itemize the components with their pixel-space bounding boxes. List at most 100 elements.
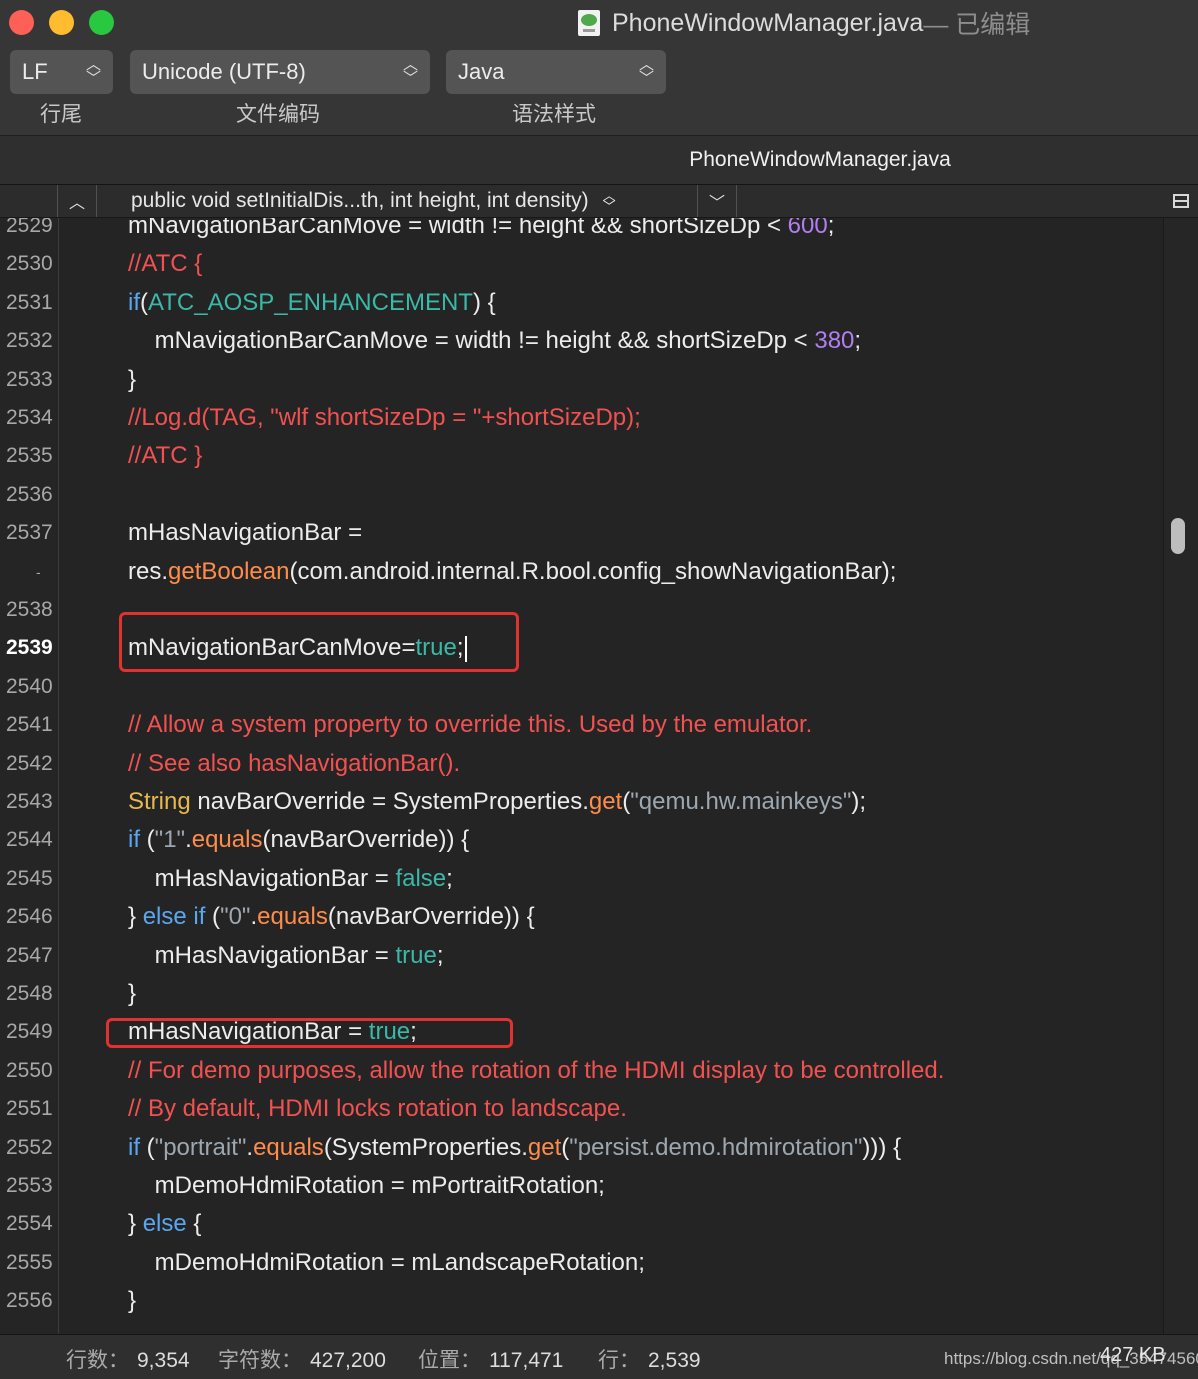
code-line[interactable]: 2532 mNavigationBarCanMove = width != he… [0,322,1162,360]
line-number: 2547 [6,943,53,967]
code-line[interactable]: 2529 mNavigationBarCanMove = width != hei… [0,218,1162,245]
code-token: //ATC { [128,250,203,278]
code-line[interactable]: 2546} else if ("0".equals(navBarOverride… [0,898,1162,936]
minimize-window-button[interactable] [49,10,74,35]
line-number: 2549 [6,1020,53,1044]
code-token: else if [142,903,206,931]
line-number: 2542 [6,751,53,775]
code-token: ; [446,864,453,892]
code-line[interactable]: - res.getBoolean(com.android.internal.R.b… [0,553,1162,591]
code-token: //Log.d(TAG, "wlf shortSizeDp = "+shortS… [128,404,641,431]
code-line[interactable]: 2555 mDemoHdmiRotation = mLandscapeRotat… [0,1244,1162,1282]
syntax-value: Java [458,59,505,84]
line-ending-value: LF [22,59,48,84]
code-token: if [128,288,140,316]
code-token: } [128,1287,137,1315]
line-number: 2553 [6,1174,53,1197]
code-line[interactable]: 2536 [0,476,1162,514]
code-line[interactable]: 2547 mHasNavigationBar = true; [0,937,1162,975]
code-line[interactable]: 2551 // By default, HDMI locks rotation t… [0,1090,1162,1128]
code-token: ))) { [862,1133,902,1161]
code-line[interactable]: 2542 // See also hasNavigationBar(). [0,745,1162,783]
code-token: (navBarOverride)) { [327,903,535,931]
line-number: - [36,563,41,580]
current-row: 行： 2,539 [598,1344,701,1374]
code-line[interactable]: 2541 // Allow a system property to overri… [0,706,1162,744]
code-line[interactable]: 2552 if ("portrait".equals(SystemProperti… [0,1129,1162,1167]
code-line[interactable]: 2553 mDemoHdmiRotation = mPortraitRotati… [0,1167,1162,1205]
code-token: . [185,826,192,854]
code-token: equals [191,826,263,854]
chevron-up-icon: ︿ [68,195,85,212]
code-line[interactable]: 2548} [0,975,1162,1013]
line-number: 2543 [6,790,53,813]
code-line[interactable]: 2545 mHasNavigationBar = false; [0,860,1162,898]
code-line[interactable]: 2530 //ATC { [0,245,1162,283]
code-text: // By default, HDMI locks rotation to la… [128,1090,627,1128]
code-token: } [128,365,137,393]
code-token: // By default, HDMI locks rotation to la… [128,1095,627,1123]
code-token: getBoolean [168,557,290,585]
code-line[interactable]: 2533} [0,361,1162,399]
next-item-button[interactable]: ﹀ [697,185,737,217]
tab-phonewindowmanager[interactable]: PhoneWindowManager.java [640,136,1000,184]
char-count-label: 字符数： [218,1349,302,1372]
syntax-popup[interactable]: Java ︿ ﹀ [446,50,666,94]
cursor-position-value: 117,471 [489,1349,564,1372]
line-number: 2551 [6,1097,53,1121]
code-text: mNavigationBarCanMove = width != height … [128,322,861,360]
code-line[interactable]: 2535 //ATC } [0,437,1162,475]
vertical-scrollbar[interactable] [1163,218,1198,1334]
code-line[interactable]: 2556} [0,1282,1162,1320]
scrollbar-thumb[interactable] [1171,518,1185,554]
file-size: 427 KB [1100,1344,1166,1366]
code-text: // For demo purposes, allow the rotation… [128,1052,944,1090]
line-number: 2544 [6,828,53,852]
code-line[interactable]: 2534 //Log.d(TAG, "wlf shortSizeDp = "+sh… [0,399,1162,437]
code-token: true [395,941,437,969]
code-token: get [527,1133,562,1161]
code-token: (SystemProperties. [323,1133,528,1161]
cursor-position: 位置： 117,471 [418,1344,563,1374]
code-line[interactable]: 2537 mHasNavigationBar = [0,514,1162,552]
code-text: // See also hasNavigationBar(). [128,745,460,783]
code-token: // For demo purposes, allow the rotation… [128,1056,945,1084]
line-number: 2550 [6,1058,53,1082]
popup-chevron-icon: ︿ ﹀ [638,56,654,87]
code-token: get [588,788,623,815]
current-row-label: 行： [598,1349,640,1372]
window-toolbar: PhoneWindowManager.java — 已编辑 LF ︿ ﹀ Unic… [0,0,1198,136]
line-ending-popup[interactable]: LF ︿ ﹀ [10,50,113,94]
line-number: 2556 [6,1289,53,1313]
split-view-icon [1172,194,1189,208]
code-text: } [128,361,136,399]
code-line[interactable]: 2531 if(ATC_AOSP_ENHANCEMENT) { [0,284,1162,322]
code-line[interactable]: 2550 // For demo purposes, allow the rota… [0,1052,1162,1090]
encoding-value: Unicode (UTF-8) [142,59,306,84]
code-line[interactable]: 2554} else { [0,1205,1162,1243]
code-editor[interactable]: 2529 mNavigationBarCanMove = width != hei… [0,218,1198,1334]
navigation-bar: ︿ public void setInitialDis...th, int he… [0,185,1198,218]
line-count-label: 行数： [66,1349,129,1372]
split-editor-button[interactable] [1163,185,1198,217]
code-text: //Log.d(TAG, "wlf shortSizeDp = "+shortS… [128,399,641,437]
code-token: mNavigationBarCanMove = width != height … [128,218,788,239]
previous-item-button[interactable]: ︿ [57,185,97,217]
code-text: } else { [128,1205,201,1243]
cursor-position-label: 位置： [418,1349,481,1372]
code-text: mHasNavigationBar = false; [128,860,453,898]
code-token: mHasNavigationBar = [128,864,396,892]
code-line[interactable]: 2544 if ("1".equals(navBarOverride)) { [0,821,1162,859]
code-line[interactable]: 2540 [0,668,1162,706]
encoding-popup[interactable]: Unicode (UTF-8) ︿ ﹀ [130,50,430,94]
edited-indicator: — 已编辑 [923,11,1031,39]
function-menu-label: public void setInitialDis...th, int heig… [131,189,589,212]
close-window-button[interactable] [9,10,34,35]
line-number: 2541 [6,713,53,737]
code-text: } [128,975,136,1013]
zoom-window-button[interactable] [89,10,114,35]
code-line[interactable]: 2543 String navBarOverride = SystemProper… [0,783,1162,821]
function-menu[interactable]: public void setInitialDis...th, int heig… [131,185,616,217]
line-number: 2537 [6,521,53,545]
code-text: mNavigationBarCanMove = width != height … [128,218,834,245]
